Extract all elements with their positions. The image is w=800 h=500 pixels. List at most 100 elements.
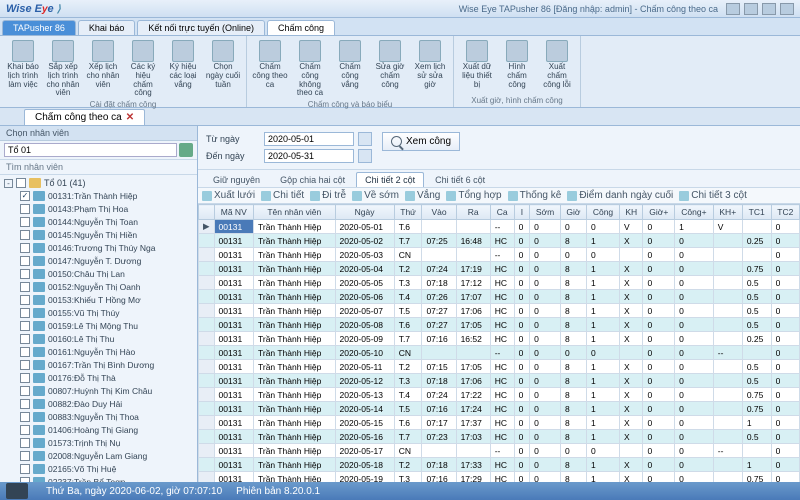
column-header[interactable]: Giờ <box>560 205 586 220</box>
tree-item[interactable]: 00144:Nguyễn Thị Toan <box>2 215 195 228</box>
tree-item[interactable]: 02237:Trần Bổ Toơn <box>2 475 195 482</box>
to-date-input[interactable] <box>264 149 354 163</box>
search-go-icon[interactable] <box>179 143 193 157</box>
ribbon-button[interactable]: Chọn ngày cuối tuần <box>204 38 242 100</box>
column-header[interactable]: Mã NV <box>214 205 253 220</box>
search-input[interactable] <box>4 143 177 157</box>
main-tab[interactable]: Chấm công <box>267 20 335 35</box>
data-grid-wrap[interactable]: Mã NVTên nhân viênNgàyThứVàoRaCaISớmGiờC… <box>198 204 800 482</box>
column-header[interactable]: Thứ <box>394 205 422 220</box>
sub-tab[interactable]: Chi tiết 6 cột <box>426 172 494 187</box>
checkbox[interactable] <box>20 412 30 422</box>
collapse-icon[interactable]: - <box>4 179 13 188</box>
table-row[interactable]: 00131Trần Thành Hiệp2020-05-16T.707:2317… <box>199 430 800 444</box>
column-header[interactable]: I <box>514 205 529 220</box>
table-row[interactable]: 00131Trần Thành Hiệp2020-05-02T.707:2516… <box>199 234 800 248</box>
checkbox[interactable] <box>20 334 30 344</box>
table-row[interactable]: 00131Trần Thành Hiệp2020-05-12T.307:1817… <box>199 374 800 388</box>
checkbox[interactable] <box>20 347 30 357</box>
table-row[interactable]: 00131Trần Thành Hiệp2020-05-18T.207:1817… <box>199 458 800 472</box>
column-header[interactable]: KH+ <box>713 205 742 220</box>
main-tab[interactable]: Kết nối trực tuyến (Online) <box>137 20 265 35</box>
toolbar-button[interactable]: Về sớm <box>352 190 399 201</box>
tree-item[interactable]: 02008:Nguyễn Lam Giang <box>2 449 195 462</box>
table-row[interactable]: 00131Trần Thành Hiệp2020-05-06T.407:2617… <box>199 290 800 304</box>
ribbon-button[interactable]: Xuất chấm công lỗi <box>538 38 576 91</box>
tree-item[interactable]: 00161:Nguyễn Thị Hào <box>2 345 195 358</box>
ribbon-button[interactable]: Sửa giờ chấm công <box>371 38 409 100</box>
checkbox[interactable] <box>20 425 30 435</box>
sub-tab[interactable]: Giữ nguyên <box>204 172 269 187</box>
content-tab[interactable]: Chấm công theo ca ✕ <box>24 109 145 125</box>
checkbox[interactable] <box>20 438 30 448</box>
table-row[interactable]: 00131Trần Thành Hiệp2020-05-19T.307:1617… <box>199 472 800 483</box>
tree-root[interactable]: - Tổ 01 (41) <box>2 177 195 189</box>
ribbon-button[interactable]: Xuất dữ liệu thiết bị <box>458 38 496 91</box>
column-header[interactable]: Vào <box>422 205 456 220</box>
checkbox[interactable] <box>20 451 30 461</box>
checkbox[interactable] <box>20 204 30 214</box>
calendar-icon[interactable] <box>358 149 372 163</box>
tree-item[interactable]: 00147:Nguyễn T. Dương <box>2 254 195 267</box>
checkbox[interactable]: ✓ <box>20 191 30 201</box>
tree-item[interactable]: 00167:Trần Thị Bình Dương <box>2 358 195 371</box>
toolbar-button[interactable]: Vắng <box>405 190 440 201</box>
column-header[interactable]: Sớm <box>530 205 561 220</box>
main-tab[interactable]: TAPusher 86 <box>2 20 76 35</box>
table-row[interactable]: 00131Trần Thành Hiệp2020-05-03CN--000000… <box>199 248 800 262</box>
main-tab[interactable]: Khai báo <box>78 20 136 35</box>
ribbon-button[interactable]: Xếp lịch cho nhân viên <box>84 38 122 100</box>
ribbon-button[interactable]: Hình chấm công <box>498 38 536 91</box>
checkbox[interactable] <box>20 321 30 331</box>
checkbox[interactable] <box>20 373 30 383</box>
column-header[interactable]: Tên nhân viên <box>253 205 335 220</box>
tree-item[interactable]: 01573:Trịnh Thị Nụ <box>2 436 195 449</box>
ribbon-button[interactable]: Chấm công vắng <box>331 38 369 100</box>
tree-item[interactable]: 00155:Vũ Thị Thúy <box>2 306 195 319</box>
column-header[interactable]: Giờ+ <box>643 205 675 220</box>
ribbon-button[interactable]: Chấm công không theo ca <box>291 38 329 100</box>
column-header[interactable]: Ngày <box>335 205 394 220</box>
checkbox[interactable] <box>20 256 30 266</box>
calendar-icon[interactable] <box>358 132 372 146</box>
tree-item[interactable]: 00807:Huỳnh Thị Kim Châu <box>2 384 195 397</box>
column-header[interactable]: Ca <box>490 205 514 220</box>
tree-item[interactable]: 00145:Nguyễn Thị Hiền <box>2 228 195 241</box>
toolbar-button[interactable]: Điểm danh ngày cuối <box>567 190 673 201</box>
tree-item[interactable]: 01406:Hoàng Thị Giang <box>2 423 195 436</box>
column-header[interactable]: Công <box>586 205 619 220</box>
column-header[interactable]: Ra <box>456 205 490 220</box>
tree-item[interactable]: 00176:Đỗ Thị Thà <box>2 371 195 384</box>
table-row[interactable]: 00131Trần Thành Hiệp2020-05-17CN--000000… <box>199 444 800 458</box>
toolbar-button[interactable]: Chi tiết 3 cột <box>679 190 747 201</box>
checkbox[interactable] <box>20 269 30 279</box>
toolbar-button[interactable]: Đi trễ <box>310 190 346 201</box>
sub-tab[interactable]: Gộp chia hai cột <box>271 172 354 187</box>
checkbox[interactable] <box>20 217 30 227</box>
table-row[interactable]: 00131Trần Thành Hiệp2020-05-13T.407:2417… <box>199 388 800 402</box>
ribbon-button[interactable]: Các ký hiệu chấm công <box>124 38 162 100</box>
table-row[interactable]: ▶00131Trần Thành Hiệp2020-05-01T.6--0000… <box>199 220 800 234</box>
checkbox[interactable] <box>20 360 30 370</box>
tree-item[interactable]: 00882:Đào Duy Hải <box>2 397 195 410</box>
tree-item[interactable]: 00883:Nguyễn Thị Thoa <box>2 410 195 423</box>
tree-item[interactable]: 00146:Trương Thị Thúy Nga <box>2 241 195 254</box>
checkbox[interactable] <box>20 230 30 240</box>
table-row[interactable]: 00131Trần Thành Hiệp2020-05-08T.607:2717… <box>199 318 800 332</box>
table-row[interactable]: 00131Trần Thành Hiệp2020-05-11T.207:1517… <box>199 360 800 374</box>
tree-item[interactable]: 00153:Khiếu T Hồng Mơ <box>2 293 195 306</box>
checkbox[interactable] <box>20 243 30 253</box>
table-row[interactable]: 00131Trần Thành Hiệp2020-05-05T.307:1817… <box>199 276 800 290</box>
checkbox[interactable] <box>20 399 30 409</box>
from-date-input[interactable] <box>264 132 354 146</box>
checkbox[interactable] <box>20 282 30 292</box>
column-header[interactable]: KH <box>620 205 643 220</box>
table-row[interactable]: 00131Trần Thành Hiệp2020-05-09T.707:1616… <box>199 332 800 346</box>
table-row[interactable]: 00131Trần Thành Hiệp2020-05-10CN--000000… <box>199 346 800 360</box>
column-header[interactable]: TC2 <box>771 205 799 220</box>
ribbon-button[interactable]: Chấm công theo ca <box>251 38 289 100</box>
column-header[interactable]: TC1 <box>742 205 771 220</box>
ribbon-button[interactable]: Ký hiệu các loại vắng <box>164 38 202 100</box>
ribbon-button[interactable]: Khai báo lịch trình làm việc <box>4 38 42 100</box>
table-row[interactable]: 00131Trần Thành Hiệp2020-05-15T.607:1717… <box>199 416 800 430</box>
